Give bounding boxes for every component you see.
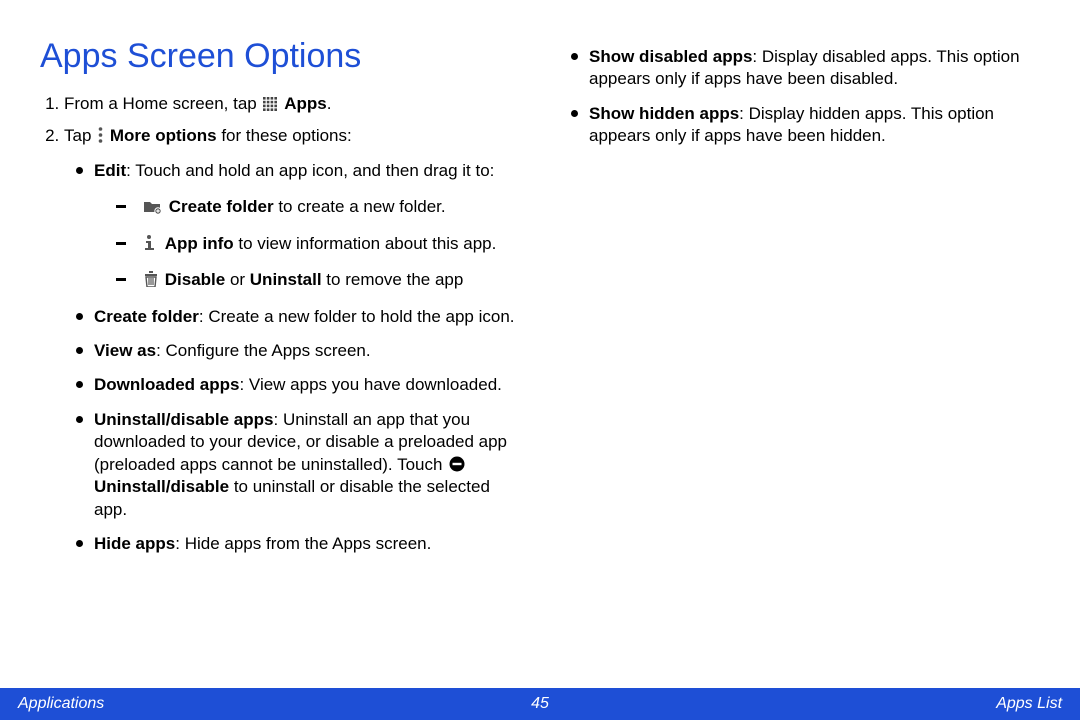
text: : Touch and hold an app icon, and then d… <box>126 161 494 180</box>
target-disable-uninstall: Disable or Uninstall to remove the app <box>116 269 521 291</box>
text: . <box>327 94 332 113</box>
remove-circle-icon <box>449 456 465 472</box>
text: : View apps you have downloaded. <box>239 375 501 394</box>
more-options-icon <box>98 127 103 143</box>
text: to view information about this app. <box>234 234 497 253</box>
label: Hide apps <box>94 534 175 553</box>
option-edit: Edit: Touch and hold an app icon, and th… <box>76 160 521 292</box>
options-list: Edit: Touch and hold an app icon, and th… <box>76 160 521 556</box>
text: : Create a new folder to hold the app ic… <box>199 307 515 326</box>
step-1: From a Home screen, tap Apps. <box>64 93 521 115</box>
label: Uninstall/disable apps <box>94 410 274 429</box>
right-column: Show disabled apps: Display disabled app… <box>559 34 1040 674</box>
label: Disable <box>165 270 225 289</box>
target-app-info: App info to view information about this … <box>116 233 521 255</box>
page-footer: Applications 45 Apps List <box>0 688 1080 720</box>
footer-section-right: Apps List <box>549 695 1080 713</box>
target-create-folder: Create folder to create a new folder. <box>116 196 521 218</box>
label: Uninstall <box>250 270 322 289</box>
edit-targets: Create folder to create a new folder. Ap… <box>116 196 521 291</box>
info-icon <box>144 235 158 251</box>
label: View as <box>94 341 156 360</box>
label: Uninstall/disable <box>94 477 229 496</box>
option-uninstall-disable: Uninstall/disable apps: Uninstall an app… <box>76 409 521 521</box>
label: Downloaded apps <box>94 375 239 394</box>
text: or <box>225 270 250 289</box>
options-list-continued: Show disabled apps: Display disabled app… <box>571 46 1040 148</box>
text: From a Home screen, tap <box>64 94 261 113</box>
text: : Hide apps from the Apps screen. <box>175 534 431 553</box>
option-show-hidden: Show hidden apps: Display hidden apps. T… <box>571 103 1040 148</box>
footer-page-number: 45 <box>531 695 549 713</box>
apps-grid-icon <box>263 97 277 111</box>
option-create-folder: Create folder: Create a new folder to ho… <box>76 306 521 328</box>
document-page: Apps Screen Options From a Home screen, … <box>0 0 1080 720</box>
option-downloaded-apps: Downloaded apps: View apps you have down… <box>76 374 521 396</box>
text: to create a new folder. <box>274 197 446 216</box>
label: Edit <box>94 161 126 180</box>
folder-add-icon <box>144 200 162 214</box>
label: Create folder <box>169 197 274 216</box>
two-column-layout: Apps Screen Options From a Home screen, … <box>40 34 1040 674</box>
option-show-disabled: Show disabled apps: Display disabled app… <box>571 46 1040 91</box>
label: Show hidden apps <box>589 104 739 123</box>
steps-list: From a Home screen, tap Apps. Tap More o… <box>40 93 521 556</box>
label: Show disabled apps <box>589 47 752 66</box>
text-bold: Apps <box>284 94 327 113</box>
text: for these options: <box>217 126 352 145</box>
label: Create folder <box>94 307 199 326</box>
option-view-as: View as: Configure the Apps screen. <box>76 340 521 362</box>
text: to remove the app <box>322 270 464 289</box>
trash-icon <box>144 271 158 287</box>
footer-section-left: Applications <box>0 695 531 713</box>
text: : Configure the Apps screen. <box>156 341 371 360</box>
option-hide-apps: Hide apps: Hide apps from the Apps scree… <box>76 533 521 555</box>
left-column: Apps Screen Options From a Home screen, … <box>40 34 521 674</box>
page-title: Apps Screen Options <box>40 34 521 79</box>
label: App info <box>165 234 234 253</box>
step-2: Tap More options for these options: Edit… <box>64 125 521 555</box>
text-bold: More options <box>110 126 217 145</box>
text: Tap <box>64 126 96 145</box>
